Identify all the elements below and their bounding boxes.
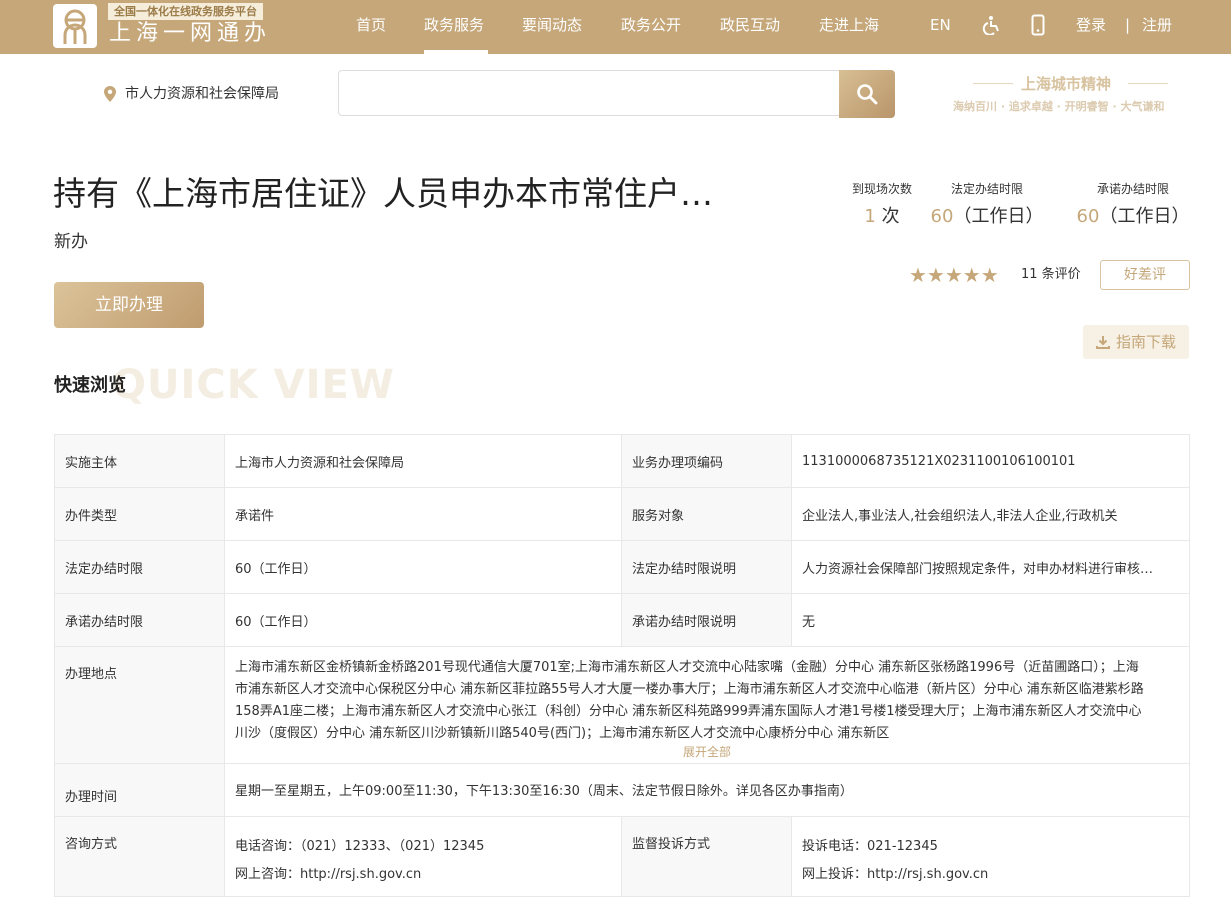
table-label: 法定办结时限 (54, 540, 225, 594)
address-cell: 上海市浦东新区金桥镇新金桥路201号现代通信大厦701室;上海市浦东新区人才交流… (224, 646, 1190, 764)
table-label: 办件类型 (54, 487, 225, 541)
download-icon (1095, 336, 1110, 349)
nav-interaction[interactable]: 政民互动 (720, 14, 780, 36)
search-icon (857, 84, 878, 105)
table-label: 办理地点 (54, 646, 225, 764)
review-count[interactable]: 11 条评价 (1021, 265, 1081, 285)
login-link[interactable]: 登录 (1076, 14, 1106, 36)
nav-active-indicator (424, 50, 488, 54)
table-value: 承诺件 (224, 487, 622, 541)
logo-name[interactable]: 上海一网通办 (109, 20, 271, 48)
address-text: 上海市浦东新区金桥镇新金桥路201号现代通信大厦701室;上海市浦东新区人才交流… (235, 660, 1144, 741)
city-spirit-title: 上海城市精神 (1021, 75, 1112, 93)
guide-download-button[interactable]: 指南下载 (1083, 325, 1189, 359)
expand-all-link[interactable]: 展开全部 (225, 741, 1189, 763)
table-label: 监督投诉方式 (621, 816, 792, 897)
stat-value: 60（工作日） (930, 206, 1044, 227)
nav-gov-services[interactable]: 政务服务 (424, 14, 484, 36)
login-separator: | (1125, 16, 1131, 34)
complaint-cell: 投诉电话：021-12345 网上投诉：http://rsj.sh.gov.cn (791, 816, 1190, 897)
stat-visits: 到现场次数 1 次 (834, 180, 930, 230)
guide-download-label: 指南下载 (1115, 333, 1176, 351)
nav-about-shanghai[interactable]: 走进上海 (819, 14, 879, 36)
table-row: 承诺办结时限 60（工作日） 承诺办结时限说明 无 (54, 593, 1190, 647)
stat-value: 60（工作日） (1076, 206, 1190, 227)
table-label: 业务办理项编码 (621, 434, 792, 488)
table-value: 无 (791, 593, 1190, 647)
table-value: 上海市人力资源和社会保障局 (224, 434, 622, 488)
contact-phone: 电话咨询：（021）12333、（021）12345 (235, 839, 485, 854)
table-value: 1131000068735121X0231100106100101 (791, 434, 1190, 488)
table-label: 服务对象 (621, 487, 792, 541)
logo-icon[interactable] (53, 4, 97, 48)
stat-value: 1 次 (864, 206, 900, 227)
table-label: 承诺办结时限说明 (621, 593, 792, 647)
nav-home[interactable]: 首页 (356, 14, 386, 36)
nav-news[interactable]: 要闻动态 (522, 14, 582, 36)
table-label: 承诺办结时限 (54, 593, 225, 647)
quick-view-table: 实施主体 上海市人力资源和社会保障局 业务办理项编码 1131000068735… (54, 434, 1190, 897)
table-value[interactable]: 人力资源社会保障部门按照规定条件，对申办材料进行审核… (791, 540, 1190, 594)
accessibility-icon[interactable] (982, 15, 1000, 41)
search-button[interactable] (839, 70, 895, 118)
department-selector[interactable]: 市人力资源和社会保障局 (125, 84, 279, 104)
table-row-address: 办理地点 上海市浦东新区金桥镇新金桥路201号现代通信大厦701室;上海市浦东新… (54, 646, 1190, 764)
nav-gov-disclosure[interactable]: 政务公开 (621, 14, 681, 36)
table-row: 实施主体 上海市人力资源和社会保障局 业务办理项编码 1131000068735… (54, 434, 1190, 488)
stat-label: 承诺办结时限 (1096, 182, 1169, 196)
top-navigation-bar: 全国一体化在线政务服务平台 上海一网通办 首页 政务服务 要闻动态 政务公开 政… (0, 0, 1231, 54)
contact-cell: 电话咨询：（021）12333、（021）12345 网上咨询：http://r… (224, 816, 622, 897)
apply-now-button[interactable]: 立即办理 (54, 282, 204, 328)
city-spirit-subtitle: 海纳百川 · 追求卓越 · 开明睿智 · 大气谦和 (953, 100, 1165, 113)
stat-promised-deadline: 承诺办结时限 60（工作日） (1070, 180, 1196, 230)
table-row: 法定办结时限 60（工作日） 法定办结时限说明 人力资源社会保障部门按照规定条件… (54, 540, 1190, 594)
spirit-divider-left (973, 83, 1013, 84)
complaint-web[interactable]: 网上投诉：http://rsj.sh.gov.cn (802, 861, 1179, 889)
table-value: 企业法人,事业法人,社会组织法人,非法人企业,行政机关 (791, 487, 1190, 541)
quick-view-watermark: QUICK VIEW (112, 362, 395, 408)
contact-web[interactable]: 网上咨询：http://rsj.sh.gov.cn (235, 861, 611, 889)
page-title: 持有《上海市居住证》人员申办本市常住户… (53, 174, 713, 213)
review-button[interactable]: 好差评 (1100, 260, 1190, 290)
item-subtitle: 新办 (54, 232, 88, 252)
language-toggle[interactable]: EN (930, 14, 951, 36)
mobile-icon[interactable] (1031, 14, 1045, 42)
stat-label: 法定办结时限 (950, 182, 1023, 196)
spirit-divider-right (1128, 83, 1168, 84)
table-row: 办件类型 承诺件 服务对象 企业法人,事业法人,社会组织法人,非法人企业,行政机… (54, 487, 1190, 541)
stat-label: 到现场次数 (851, 182, 912, 196)
stat-legal-deadline: 法定办结时限 60（工作日） (924, 180, 1050, 230)
complaint-phone: 投诉电话：021-12345 (802, 839, 938, 854)
table-label: 咨询方式 (54, 816, 225, 897)
table-label: 实施主体 (54, 434, 225, 488)
logo-tagline: 全国一体化在线政务服务平台 (108, 3, 263, 20)
rating-stars: ★★★★★ (909, 263, 999, 287)
quick-view-title: 快速浏览 (54, 375, 126, 396)
table-value: 60（工作日） (224, 540, 622, 594)
search-input[interactable] (338, 70, 840, 116)
table-label: 办理时间 (54, 763, 225, 817)
table-row-hours: 办理时间 星期一至星期五，上午09:00至11:30，下午13:30至16:30… (54, 763, 1190, 817)
table-label: 法定办结时限说明 (621, 540, 792, 594)
table-row-contact: 咨询方式 电话咨询：（021）12333、（021）12345 网上咨询：htt… (54, 816, 1190, 897)
table-value: 60（工作日） (224, 593, 622, 647)
table-value: 星期一至星期五，上午09:00至11:30，下午13:30至16:30（周末、法… (224, 763, 1190, 817)
location-pin-icon (104, 86, 116, 106)
register-link[interactable]: 注册 (1142, 14, 1172, 36)
